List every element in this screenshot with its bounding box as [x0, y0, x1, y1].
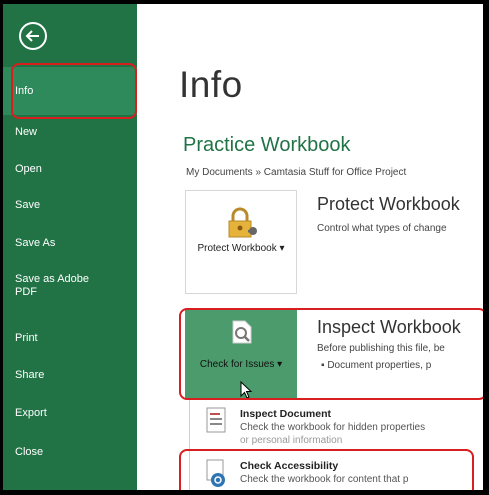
sidebar-item-save-as-adobe-pdf[interactable]: Save as Adobe PDF [3, 267, 113, 305]
protect-workbook-title: Protect Workbook [317, 194, 460, 214]
mouse-cursor-icon [240, 381, 253, 399]
check-for-issues-label: Check for Issues ▾ [199, 359, 283, 370]
sidebar-item-print[interactable]: Print [3, 322, 137, 354]
sidebar-item-info[interactable]: Info [3, 67, 137, 115]
menu-item-description-continued: or personal information [240, 435, 343, 446]
sidebar-item-new[interactable]: New [3, 116, 137, 148]
menu-item-description: Check the workbook for content that p [240, 474, 409, 485]
inspect-document-icon [206, 407, 226, 433]
menu-item-check-accessibility[interactable]: Check Accessibility Check the workbook f… [190, 452, 483, 490]
menu-item-title: Check Accessibility [240, 460, 339, 472]
excel-backstage: Info New Open Save Save As Save as Adobe… [3, 4, 483, 490]
sidebar-item-close[interactable]: Close [3, 436, 137, 468]
inspect-workbook-title: Inspect Workbook [317, 317, 461, 337]
protect-workbook-label: Protect Workbook ▾ [197, 243, 285, 254]
inspect-bullet-item: ▪ Document properties, p [321, 360, 432, 371]
sidebar-item-save-as[interactable]: Save As [3, 227, 137, 259]
inspect-workbook-description: Before publishing this file, be [317, 343, 445, 354]
sidebar-item-open[interactable]: Open [3, 153, 137, 185]
page-title: Info [179, 64, 243, 105]
document-check-icon [232, 320, 252, 344]
lock-key-icon [228, 207, 257, 238]
protect-workbook-description: Control what types of change [317, 223, 447, 234]
check-for-issues-button[interactable]: Check for Issues ▾ [185, 310, 297, 399]
menu-item-description: Check the workbook for hidden properties [240, 422, 426, 433]
sidebar-item-export[interactable]: Export [3, 397, 137, 429]
protect-workbook-button[interactable]: Protect Workbook ▾ [185, 190, 297, 294]
backstage-sidebar: Info New Open Save Save As Save as Adobe… [3, 4, 137, 490]
file-path-breadcrumb[interactable]: My Documents » Camtasia Stuff for Office… [186, 167, 406, 178]
check-for-issues-menu: Inspect Document Check the workbook for … [189, 400, 483, 490]
menu-item-inspect-document[interactable]: Inspect Document Check the workbook for … [190, 400, 483, 446]
menu-item-title: Inspect Document [240, 408, 332, 420]
sidebar-item-share[interactable]: Share [3, 359, 137, 391]
workbook-name: Practice Workbook [183, 134, 351, 156]
sidebar-item-save[interactable]: Save [3, 189, 137, 221]
accessibility-check-icon [206, 459, 225, 487]
back-arrow-icon[interactable] [19, 22, 47, 50]
